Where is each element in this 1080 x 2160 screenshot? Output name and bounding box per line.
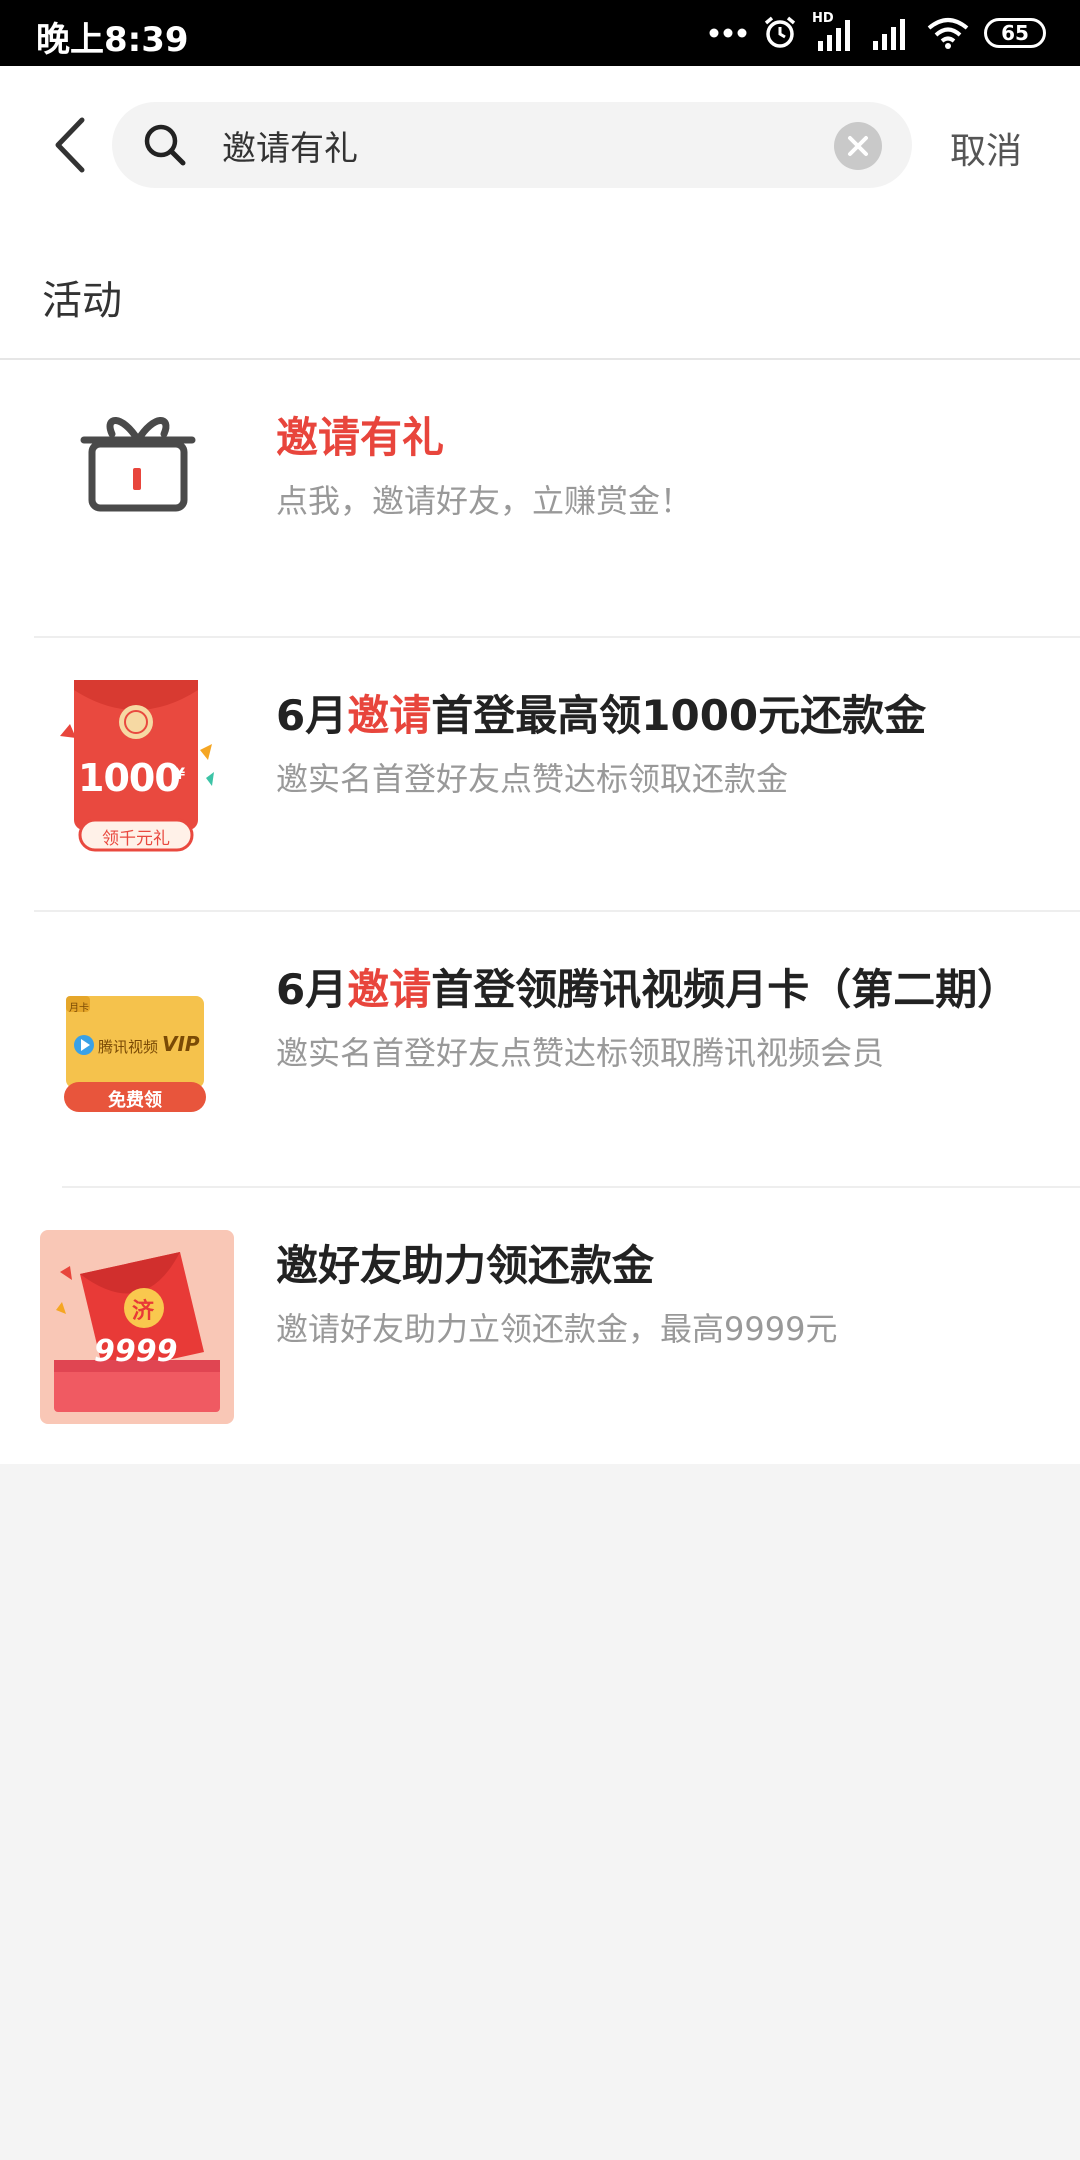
thumb-currency: ¥	[174, 764, 186, 783]
hd-signal-group: HD	[812, 11, 856, 53]
close-icon	[848, 136, 868, 156]
item-title-highlight: 邀请	[347, 691, 432, 740]
tencent-video-thumb: 月卡 腾讯视频 VIP 免费领	[60, 992, 210, 1116]
item-desc: 点我，邀请好友，立赚赏金！	[276, 482, 693, 520]
item-title: 邀好友助力领还款金	[276, 1241, 655, 1290]
status-time: 晚上8:39	[36, 20, 189, 60]
cancel-button[interactable]: 取消	[950, 122, 1022, 174]
item-title: 邀请有礼	[276, 413, 445, 462]
alarm-icon	[764, 16, 796, 48]
gift-box-image	[40, 1230, 234, 1424]
search-box[interactable]	[112, 102, 912, 188]
results-list: 邀请有礼 点我，邀请好友，立赚赏金！ 1000 ¥ 领千元礼 6月邀请首登最高领…	[0, 360, 1080, 1464]
thumb-amount: 9999	[94, 1334, 178, 1369]
status-icons: HD 65	[708, 10, 1046, 56]
item-title-prefix: 6月	[276, 965, 348, 1014]
battery-level: 65	[1001, 21, 1029, 45]
battery-icon: 65	[984, 18, 1046, 48]
list-item-friend-boost[interactable]: 济 9999 邀好友助力领还款金 邀请好友助力立领还款金，最高9999元	[0, 1188, 1080, 1464]
red-envelope-9999-thumb: 济 9999	[40, 1230, 234, 1424]
thumb-char: 济	[132, 1299, 155, 1324]
section-title: 活动	[42, 278, 122, 324]
wifi-icon	[927, 18, 969, 49]
item-title: 6月邀请首登最高领1000元还款金	[276, 682, 926, 743]
list-item-invite-gift[interactable]: 邀请有礼 点我，邀请好友，立赚赏金！	[0, 360, 1080, 638]
search-input[interactable]	[222, 102, 782, 188]
item-desc: 邀实名首登好友点赞达标领取腾讯视频会员	[276, 1034, 885, 1072]
item-title: 6月邀请首登领腾讯视频月卡（第二期）	[276, 956, 1019, 1017]
thumb-brand: 腾讯视频	[98, 1038, 159, 1056]
thumb-badge: 领千元礼	[102, 829, 170, 849]
list-item-1000-cashback[interactable]: 1000 ¥ 领千元礼 6月邀请首登最高领1000元还款金 邀实名首登好友点赞达…	[0, 638, 1080, 912]
gift-icon	[80, 417, 196, 512]
back-button[interactable]	[48, 116, 94, 174]
thumb-badge: 免费领	[108, 1090, 162, 1111]
search-header: 取消	[0, 66, 1080, 224]
red-envelope-1000-thumb: 1000 ¥ 领千元礼	[56, 674, 216, 854]
signal-icon	[818, 20, 850, 51]
item-title-suffix: 首登领腾讯视频月卡（第二期）	[431, 965, 1020, 1014]
item-title-highlight: 邀请	[347, 965, 432, 1014]
signal-2-icon	[873, 19, 905, 50]
item-title-prefix: 6月	[276, 691, 348, 740]
item-desc: 邀请好友助力立领还款金，最高9999元	[276, 1310, 838, 1348]
status-bar: 晚上8:39 HD 65	[0, 0, 1080, 66]
clear-search-button[interactable]	[834, 122, 882, 170]
item-title-suffix: 首登最高领1000元还款金	[431, 691, 927, 740]
item-desc: 邀实名首登好友点赞达标领取还款金	[276, 760, 789, 798]
more-dots-icon	[709, 28, 747, 38]
section-header: 活动	[0, 224, 1080, 360]
thumb-amount: 1000	[78, 756, 181, 800]
search-icon	[144, 124, 186, 166]
thumb-tag: 月卡	[69, 1003, 89, 1014]
list-item-tencent-video[interactable]: 月卡 腾讯视频 VIP 免费领 6月邀请首登领腾讯视频月卡（第二期） 邀实名首登…	[0, 912, 1080, 1188]
thumb-vip: VIP	[162, 1032, 200, 1056]
